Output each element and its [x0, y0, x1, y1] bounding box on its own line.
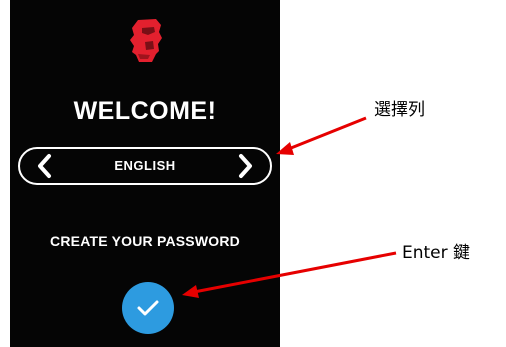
- create-password-instruction: CREATE YOUR PASSWORD: [50, 233, 240, 249]
- chevron-right-icon[interactable]: [230, 151, 260, 181]
- selector-bar-label: 選擇列: [374, 100, 425, 120]
- kingston-logo-icon: [130, 19, 162, 62]
- selector-arrow-line: [285, 116, 367, 152]
- welcome-title: WELCOME!: [73, 97, 217, 125]
- enter-key-label: Enter 鍵: [402, 243, 471, 263]
- language-selector[interactable]: ENGLISH: [18, 147, 272, 185]
- checkmark-icon: [137, 300, 159, 316]
- enter-button[interactable]: [122, 282, 174, 334]
- device-screen: WELCOME! ENGLISH CREATE YOUR PASSWORD: [10, 0, 280, 347]
